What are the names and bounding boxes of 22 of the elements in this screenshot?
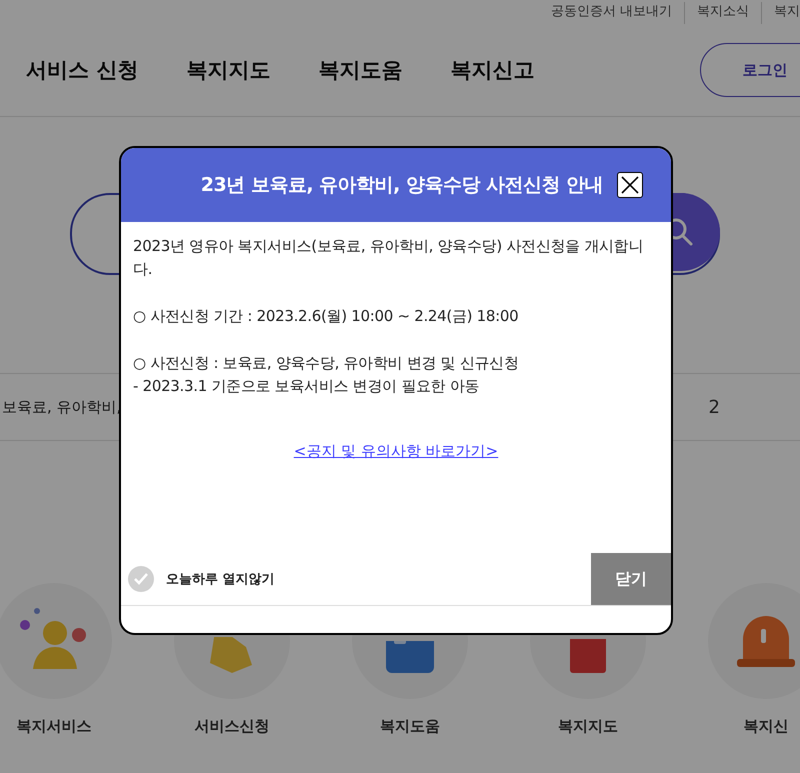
- menu-label[interactable]: 복지지도: [558, 717, 618, 736]
- notice-title: 보육료, 유아학비,: [2, 398, 122, 416]
- top-link[interactable]: 복지: [761, 2, 800, 24]
- top-link[interactable]: 공동인증서 내보내기: [538, 2, 672, 24]
- popup-close-button[interactable]: 닫기: [591, 553, 671, 605]
- top-link[interactable]: 복지소식: [684, 2, 749, 24]
- popup-title: 23년 보육료, 유아학비, 양육수당 사전신청 안내: [200, 173, 604, 198]
- nav-item[interactable]: 복지지도: [186, 56, 270, 84]
- nav-item[interactable]: 서비스 신청: [26, 56, 138, 84]
- nav-item[interactable]: 복지신고: [450, 56, 534, 84]
- notice-count: 2: [708, 396, 720, 418]
- login-button[interactable]: 로그인: [700, 43, 800, 97]
- dont-show-label: 오늘하루 열지않기: [166, 571, 275, 588]
- menu-label[interactable]: 복지서비스: [16, 717, 92, 736]
- popup-paragraph: 2023년 영유아 복지서비스(보육료, 유아학비, 양육수당) 사전신청을 개시합니다.: [133, 236, 644, 280]
- popup-paragraph: ○ 사전신청 : 보육료, 양육수당, 유아학비 변경 및 신규신청 - 2023.3.1 기준으로 보육서비스 변경이 필요한 아동: [133, 353, 520, 397]
- popup-paragraph: ○ 사전신청 기간 : 2023.2.6(월) 10:00 ~ 2.24(금) 18:00: [133, 306, 520, 327]
- nav-item[interactable]: 복지도움: [318, 56, 402, 84]
- menu-label[interactable]: 복지도움: [380, 717, 440, 736]
- notice-link[interactable]: <공지 및 유의사항 바로가기>: [294, 442, 498, 461]
- menu-label[interactable]: 복지신: [744, 717, 788, 736]
- menu-label[interactable]: 서비스신청: [194, 717, 270, 736]
